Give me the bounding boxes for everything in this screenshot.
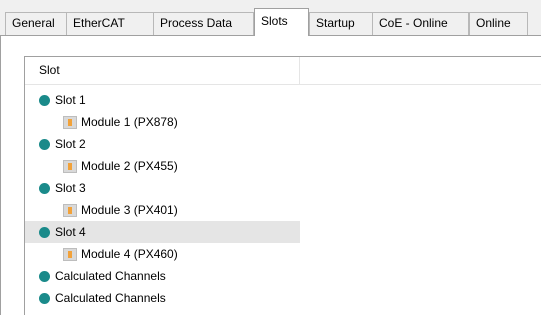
tab-startup[interactable]: Startup [309,12,373,35]
teal-circle-icon [39,183,50,194]
tree-item-label: Module 2 (PX455) [81,159,178,173]
tree-item-label: Module 4 (PX460) [81,247,178,261]
tab-general[interactable]: General [5,12,67,35]
tab-coe-online[interactable]: CoE - Online [372,12,469,35]
tree-item-module-4[interactable]: Module 4 (PX460) [25,243,300,265]
tree-item-label: Module 3 (PX401) [81,203,178,217]
tree-item-calculated-channels-2[interactable]: Calculated Channels [25,287,300,309]
tab-online[interactable]: Online [469,12,528,35]
teal-circle-icon [39,293,50,304]
tree-item-slot-1[interactable]: Slot 1 [25,89,300,111]
tree-item-module-2[interactable]: Module 2 (PX455) [25,155,300,177]
slot-tree-view[interactable]: Slot Slot 1 Module 1 (PX878) Slot 2 Modu… [24,56,541,315]
tree-item-label: Module 1 (PX878) [81,115,178,129]
tab-ethercat[interactable]: EtherCAT [66,12,154,35]
slots-panel: Slot Slot 1 Module 1 (PX878) Slot 2 Modu… [0,36,541,315]
module-icon [63,116,77,129]
tree-item-calculated-channels[interactable]: Calculated Channels [25,265,300,287]
tab-slots[interactable]: Slots [254,8,309,36]
tree-item-label: Slot 4 [55,225,86,239]
tree-header: Slot [25,57,541,85]
module-icon [63,248,77,261]
teal-circle-icon [39,271,50,282]
module-icon [63,160,77,173]
tree-item-slot-2[interactable]: Slot 2 [25,133,300,155]
teal-circle-icon [39,139,50,150]
tree-item-label: Slot 1 [55,93,86,107]
teal-circle-icon [39,227,50,238]
tree-item-label: Calculated Channels [55,291,166,305]
tree-item-label: Slot 3 [55,181,86,195]
tree-item-module-1[interactable]: Module 1 (PX878) [25,111,300,133]
tab-process-data[interactable]: Process Data [153,12,254,35]
tree-item-slot-3[interactable]: Slot 3 [25,177,300,199]
tree-item-module-3[interactable]: Module 3 (PX401) [25,199,300,221]
tab-bar: General EtherCAT Process Data Slots Star… [0,0,541,36]
module-icon [63,204,77,217]
tree-item-slot-4[interactable]: Slot 4 [25,221,300,243]
column-header-slot[interactable]: Slot [25,57,300,84]
teal-circle-icon [39,95,50,106]
tree-item-label: Slot 2 [55,137,86,151]
tree-item-label: Calculated Channels [55,269,166,283]
